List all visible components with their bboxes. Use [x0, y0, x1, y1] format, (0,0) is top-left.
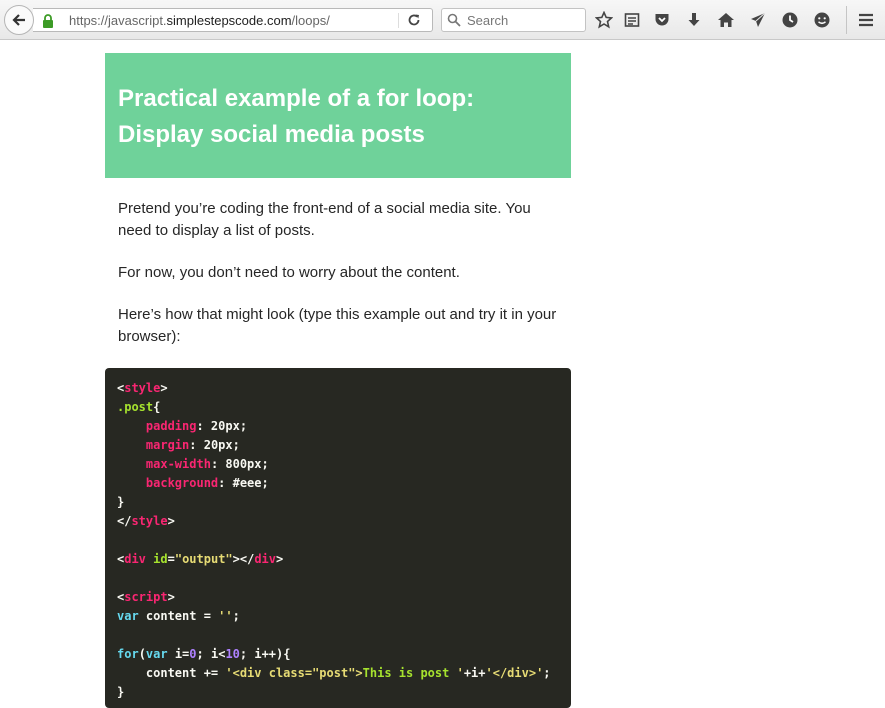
code-token: }: [117, 495, 125, 509]
code-token: >: [167, 590, 175, 604]
code-token: max-width: [145, 457, 211, 471]
search-bar[interactable]: Search: [441, 8, 586, 32]
code-line: content += '<div class="post">This is po…: [117, 664, 559, 683]
url-separator: [398, 13, 399, 28]
code-token: : 20px;: [189, 438, 240, 452]
download-icon[interactable]: [684, 10, 704, 30]
code-token: This is post: [362, 666, 457, 680]
url-text[interactable]: https://javascript.simplestepscode.com/l…: [69, 13, 330, 28]
code-line: for(var i=0; i<10; i++){: [117, 645, 559, 664]
code-token: </: [117, 514, 132, 528]
code-line: <style>: [117, 379, 559, 398]
bookmark-star-icon[interactable]: [594, 10, 614, 30]
toolbar-separator: [846, 6, 847, 34]
code-token: ; i++){: [239, 647, 291, 661]
code-token: >: [160, 381, 168, 395]
code-line: .post{: [117, 398, 559, 417]
code-line: max-width: 800px;: [117, 455, 559, 474]
lock-icon: [42, 14, 54, 33]
code-token: +i+: [463, 666, 486, 680]
code-token: : 800px;: [210, 457, 269, 471]
code-token: i=: [167, 647, 190, 661]
code-token: '</div>': [485, 666, 544, 680]
paragraph-intro: Pretend you’re coding the front-end of a…: [118, 200, 531, 239]
code-token: ;: [543, 666, 551, 680]
code-token: (: [138, 647, 146, 661]
code-token: {: [153, 400, 161, 414]
code-token: : 20px;: [196, 419, 248, 433]
code-token: ; i<: [196, 647, 226, 661]
article-heading: Practical example of a for loop: Display…: [118, 85, 475, 148]
pocket-icon[interactable]: [652, 10, 672, 30]
code-line: <script>: [117, 588, 559, 607]
code-token: 10: [225, 647, 240, 661]
code-token: ': [456, 666, 464, 680]
url-prefix: https://javascript.: [69, 13, 167, 28]
code-token: padding: [145, 419, 197, 433]
history-icon[interactable]: [780, 10, 800, 30]
code-token: var: [145, 647, 168, 661]
code-token: var: [117, 609, 139, 623]
url-path: /loops/: [291, 13, 330, 28]
code-token: div: [124, 552, 146, 566]
code-line: }: [117, 493, 559, 512]
code-token: for: [117, 647, 139, 661]
code-token: div: [254, 552, 277, 566]
browser-toolbar: https://javascript.simplestepscode.com/l…: [0, 0, 885, 40]
search-input[interactable]: Search: [467, 13, 508, 28]
emoji-icon[interactable]: [812, 10, 832, 30]
article-body: Pretend you’re coding the front-end of a…: [105, 198, 571, 348]
code-token: >: [167, 514, 175, 528]
code-token: content +=: [117, 666, 226, 680]
paragraph-content-note: For now, you don’t need to worry about t…: [118, 264, 460, 281]
back-arrow-icon: [12, 14, 25, 26]
code-token: background: [145, 476, 219, 490]
code-line: padding: 20px;: [117, 417, 559, 436]
code-token: =: [167, 552, 175, 566]
code-line: var content = '';: [117, 607, 559, 626]
code-token: '<div class="post">: [225, 666, 363, 680]
code-token: style: [124, 381, 161, 395]
url-domain: simplestepscode.com: [166, 13, 292, 28]
code-line: margin: 20px;: [117, 436, 559, 455]
code-block[interactable]: <style> .post{ padding: 20px; margin: 20p…: [105, 368, 571, 708]
back-button[interactable]: [4, 5, 34, 35]
code-token: id: [153, 552, 168, 566]
code-token: ;: [232, 609, 240, 623]
send-icon[interactable]: [748, 10, 768, 30]
home-icon[interactable]: [716, 10, 736, 30]
search-icon: [447, 13, 461, 32]
code-token: content =: [138, 609, 219, 623]
code-line: <div id="output"></div>: [117, 550, 559, 569]
url-bar[interactable]: https://javascript.simplestepscode.com/l…: [33, 8, 433, 32]
reload-icon[interactable]: [406, 12, 422, 33]
code-token: : #eee;: [218, 476, 269, 490]
code-token: "output": [174, 552, 233, 566]
code-line: </style>: [117, 512, 559, 531]
article-header: Practical example of a for loop: Display…: [105, 53, 571, 178]
code-token: 0: [189, 647, 197, 661]
code-line: background: #eee;: [117, 474, 559, 493]
code-token: ></: [232, 552, 255, 566]
code-token: '': [218, 609, 233, 623]
reading-list-icon[interactable]: [622, 10, 642, 30]
article: Practical example of a for loop: Display…: [105, 53, 571, 708]
code-token: margin: [145, 438, 190, 452]
hamburger-menu-icon[interactable]: [856, 10, 876, 30]
code-token: style: [131, 514, 168, 528]
code-token: script: [124, 590, 168, 604]
code-token: .post: [117, 400, 154, 414]
paragraph-example-intro: Here’s how that might look (type this ex…: [118, 306, 557, 345]
code-token: }: [117, 685, 125, 699]
code-token: >: [276, 552, 284, 566]
